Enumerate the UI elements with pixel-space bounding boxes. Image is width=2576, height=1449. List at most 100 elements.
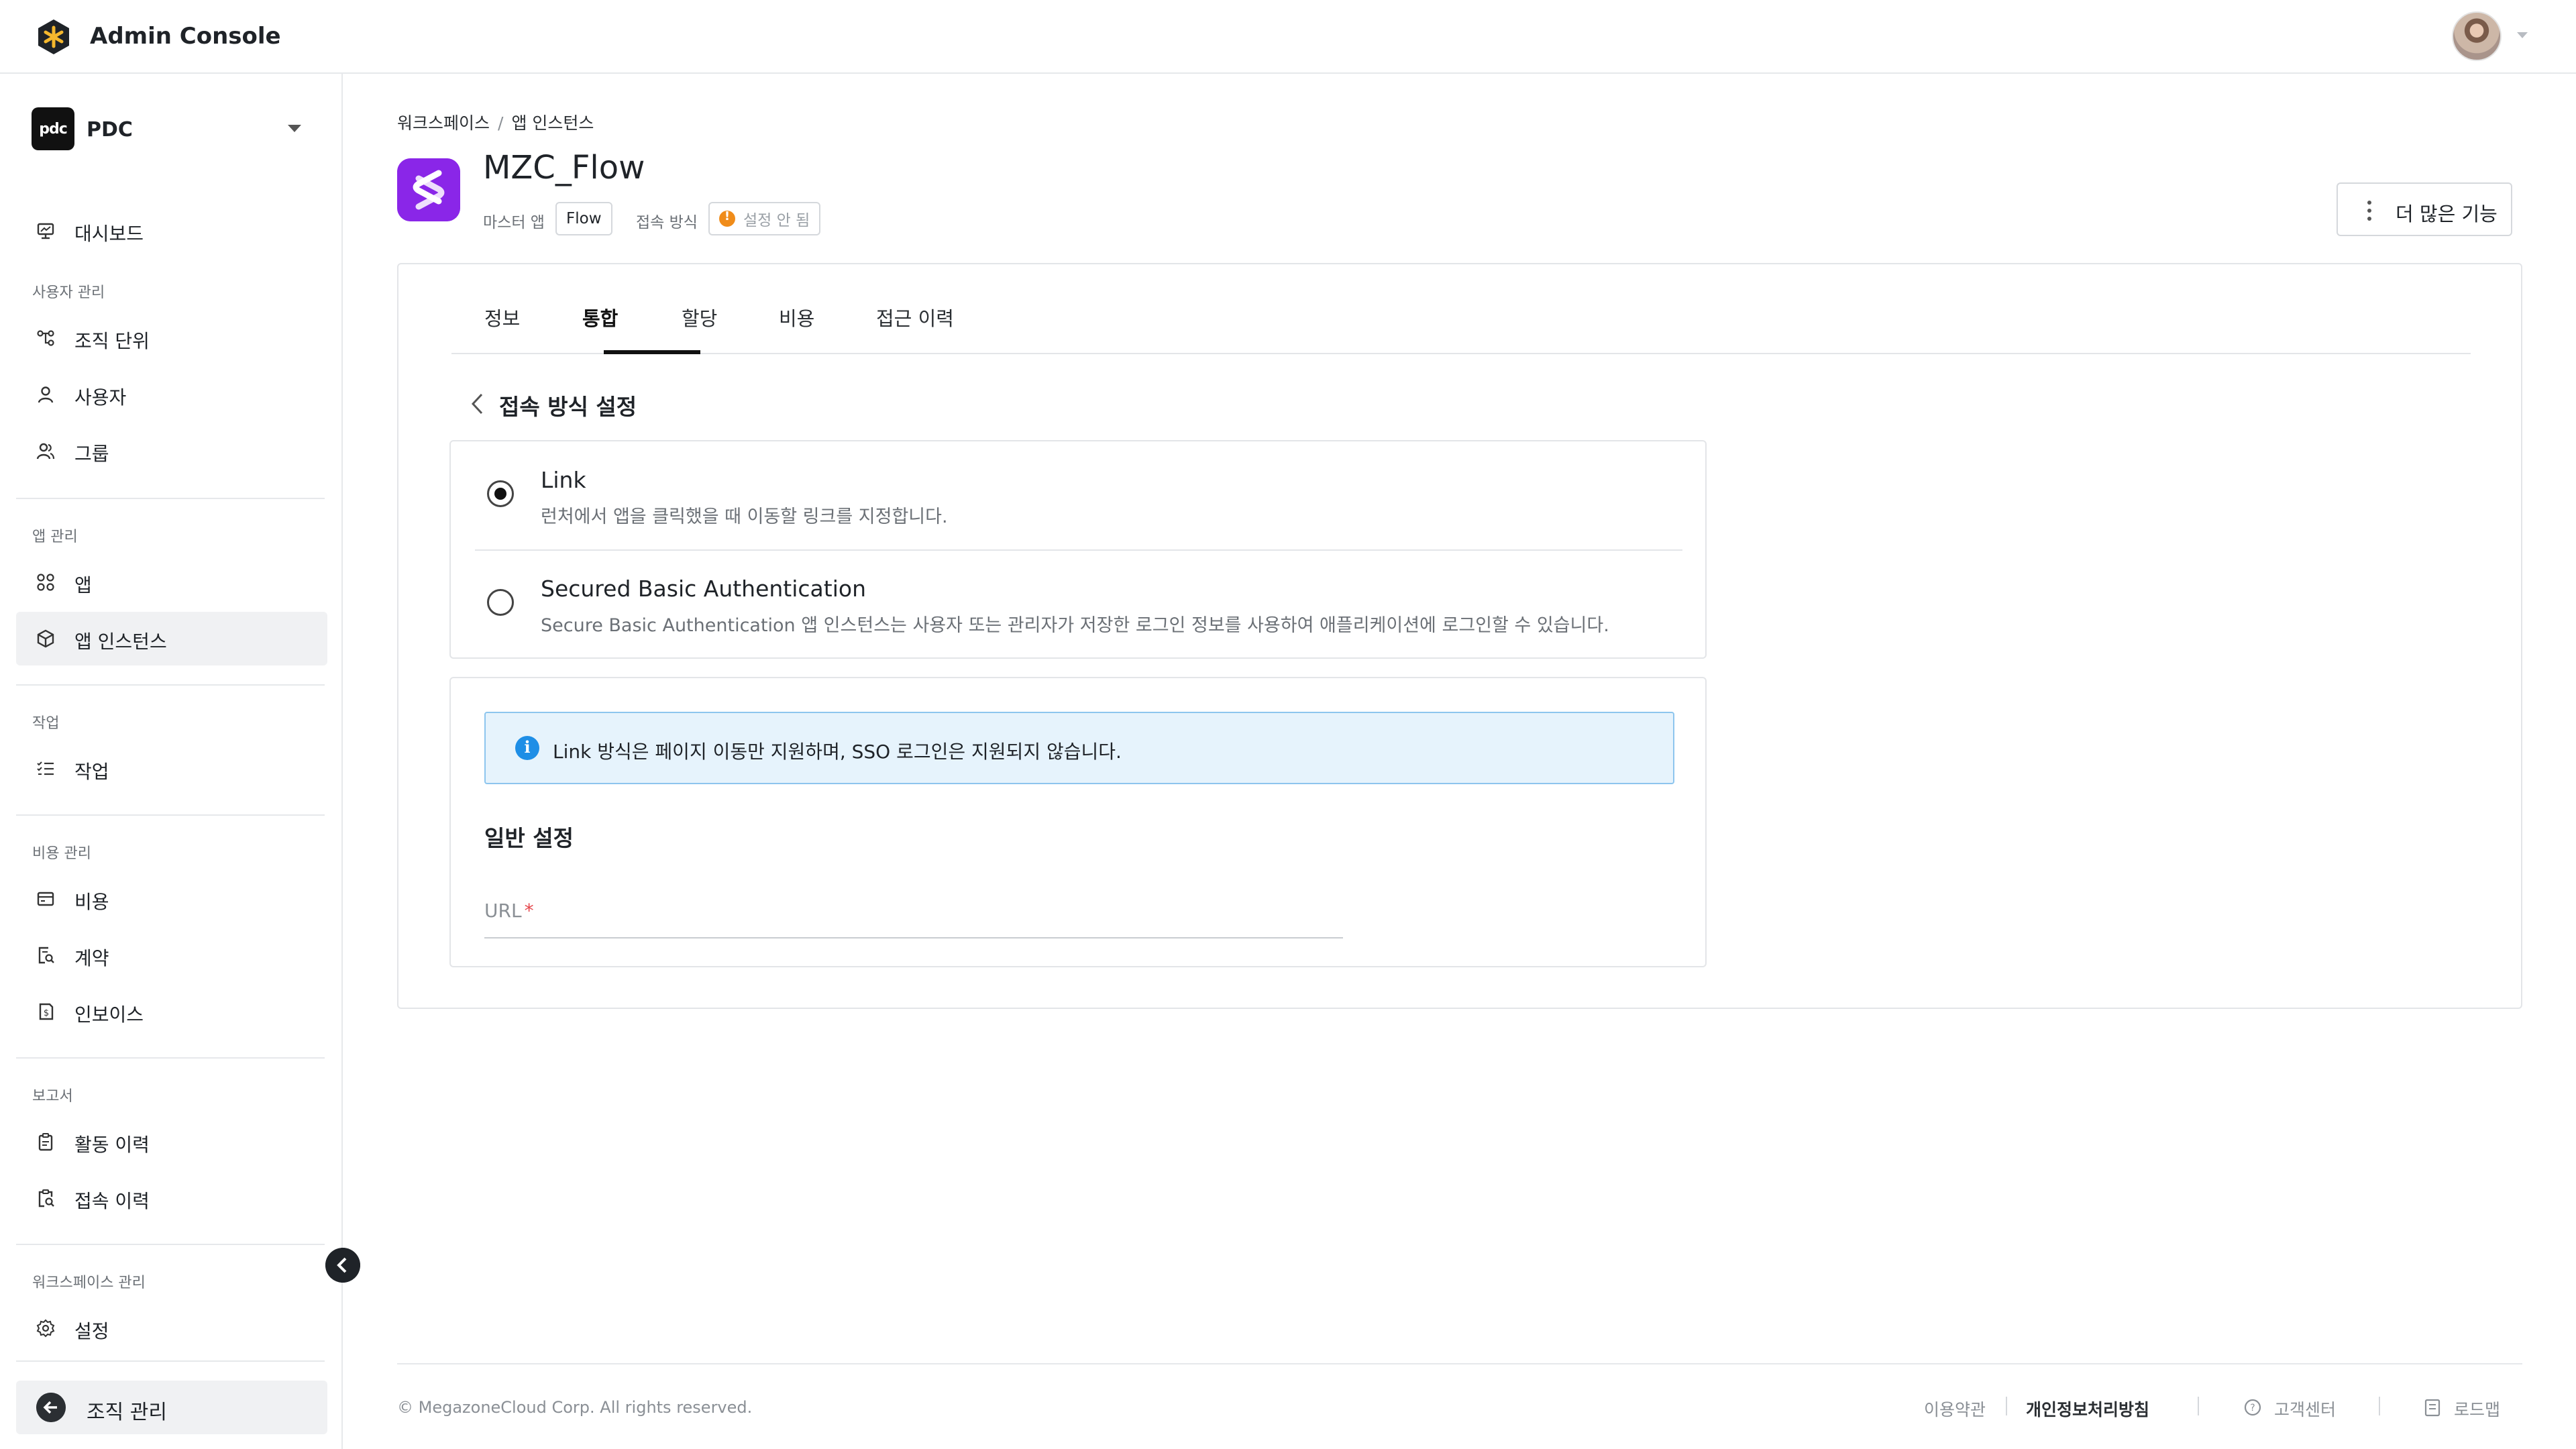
sidebar-item-label: 접속 이력 [74,1190,150,1212]
copyright: © MegazoneCloud Corp. All rights reserve… [397,1398,753,1417]
tab-integration[interactable]: 통합 [582,303,618,354]
chevron-left-icon[interactable] [470,392,484,416]
section-label-apps: 앱 관리 [32,529,78,545]
document-search-icon [38,947,54,964]
footer-separator [2006,1397,2007,1415]
access-settings-title: 접속 방식 설정 [499,394,637,420]
monitor-icon [37,223,54,239]
support-link[interactable]: 고객센터 [2274,1397,2336,1421]
divider [475,549,1682,551]
sidebar-item-group[interactable]: 그룹 [16,424,327,478]
radio-secured-basic-auth[interactable] [487,589,514,616]
footer-divider [397,1363,2522,1364]
footer-separator [2379,1397,2380,1415]
info-text: Link 방식은 페이지 이동만 지원하며, SSO 로그인은 지원되지 않습니… [553,741,1122,763]
info-icon [515,736,539,760]
active-tab-indicator [604,350,700,354]
divider [16,1057,325,1059]
user-avatar[interactable] [2452,11,2502,61]
sidebar-item-label: 활동 이력 [74,1134,150,1156]
tab-assignment[interactable]: 할당 [682,303,717,354]
divider [16,814,325,816]
org-tree-icon [37,330,54,346]
master-app-tag[interactable]: Flow [555,202,612,235]
tab-access-history[interactable]: 접근 이력 [876,303,954,354]
breadcrumb-workspace[interactable]: 워크스페이스 [397,113,490,133]
top-header: Admin Console [0,0,2576,74]
org-switcher[interactable]: pdc PDC [32,107,311,150]
url-label-text: URL [484,900,522,922]
more-features-button[interactable]: 더 많은 기능 [2337,182,2512,236]
option-sba-description: Secure Basic Authentication 앱 인스턴스는 사용자 … [541,615,1609,636]
url-input[interactable] [484,886,1343,938]
admin-console-logo-icon[interactable] [35,18,72,56]
option-sba-title[interactable]: Secured Basic Authentication [541,576,866,602]
chevron-down-icon[interactable] [2517,32,2528,38]
sidebar-item-app[interactable]: 앱 [16,555,327,609]
divider [16,1244,325,1245]
sidebar-item-invoice[interactable]: $ 인보이스 [16,985,327,1038]
more-vertical-icon [2367,201,2371,221]
clipboard-icon [38,1133,53,1151]
sidebar-item-label: 앱 인스턴스 [74,631,167,653]
tab-cost[interactable]: 비용 [779,303,814,354]
clipboard-search-icon [38,1189,54,1208]
divider [16,1360,325,1362]
roadmap-link[interactable]: 로드맵 [2454,1397,2500,1421]
sidebar-item-access-history[interactable]: 접속 이력 [16,1171,327,1225]
org-manage-button[interactable]: 조직 관리 [16,1381,327,1434]
sidebar-item-label: 앱 [74,574,92,596]
app-title: Admin Console [90,23,281,50]
option-link-title[interactable]: Link [541,467,586,493]
sidebar-item-label: 설정 [74,1320,109,1342]
privacy-link[interactable]: 개인정보처리방침 [2026,1397,2149,1421]
page-title: MZC_Flow [483,149,645,186]
url-label: URL * [484,900,534,922]
access-method-status-badge: 설정 안 됨 [708,202,821,235]
cube-icon [37,629,54,648]
sidebar-item-org-unit[interactable]: 조직 단위 [16,311,327,365]
roadmap-icon [2424,1399,2440,1417]
sidebar-item-label: 비용 [74,891,109,913]
users-group-icon [36,443,55,460]
sidebar-item-settings[interactable]: 설정 [16,1301,327,1355]
access-method-value: 설정 안 됨 [743,212,810,229]
svg-text:?: ? [2250,1403,2255,1413]
required-mark: * [524,900,534,922]
section-label-users: 사용자 관리 [32,284,105,301]
gear-icon [36,1319,55,1338]
more-features-label: 더 많은 기능 [2396,203,2498,225]
sidebar-collapse-icon[interactable] [325,1248,360,1283]
general-settings-panel: Link 방식은 페이지 이동만 지원하며, SSO 로그인은 지원되지 않습니… [449,677,1707,967]
sidebar-item-contract[interactable]: 계약 [16,928,327,982]
svg-text:$: $ [44,1008,49,1018]
invoice-icon: $ [39,1003,54,1020]
divider [16,684,325,686]
org-manage-label: 조직 관리 [87,1401,167,1424]
sidebar-item-activity-history[interactable]: 활동 이력 [16,1115,327,1169]
arrow-left-circle-icon [36,1393,66,1422]
radio-link[interactable] [487,480,514,507]
org-name: PDC [87,118,133,142]
info-banner: Link 방식은 페이지 이동만 지원하며, SSO 로그인은 지원되지 않습니… [484,712,1674,784]
sidebar-item-app-instance[interactable]: 앱 인스턴스 [16,612,327,665]
sidebar-item-label: 인보이스 [74,1004,144,1026]
sidebar-item-dashboard[interactable]: 대시보드 [16,204,327,258]
divider [16,498,325,499]
breadcrumb-current[interactable]: 앱 인스턴스 [511,113,594,133]
sidebar-item-user[interactable]: 사용자 [16,368,327,421]
grid-icon [37,574,54,591]
tab-info[interactable]: 정보 [484,303,520,354]
sidebar-item-cost[interactable]: 비용 [16,872,327,926]
section-label-tasks: 작업 [32,715,60,732]
option-link-description: 런처에서 앱을 클릭했을 때 이동할 링크를 지정합니다. [541,506,948,527]
sidebar-item-label: 그룹 [74,443,109,465]
help-circle-icon: ? [2244,1399,2261,1416]
master-app-value: Flow [566,210,602,227]
sidebar-item-task[interactable]: 작업 [16,742,327,796]
sidebar: pdc PDC 대시보드 사용자 관리 조직 단위 사용자 그룹 앱 관리 앱 … [0,74,343,1449]
terms-link[interactable]: 이용약관 [1924,1397,1986,1421]
caret-down-icon [288,125,301,132]
general-settings-title: 일반 설정 [484,825,574,851]
section-label-costs: 비용 관리 [32,845,91,862]
